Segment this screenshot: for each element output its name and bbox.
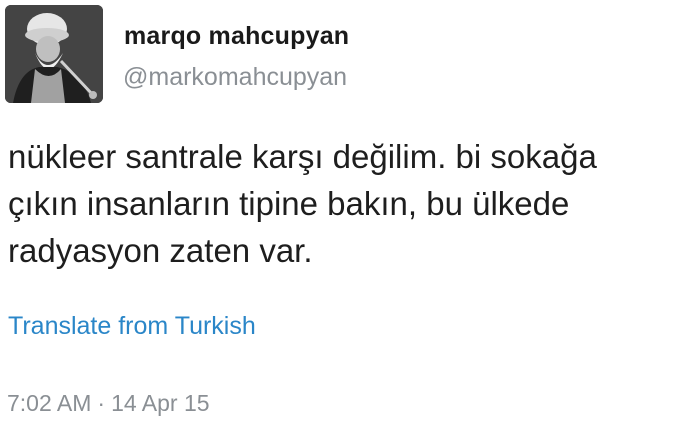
- tweet-text-line: radyasyon zaten var.: [8, 232, 313, 269]
- display-name[interactable]: marqo mahcupyan: [124, 22, 349, 51]
- tweet-date: 14 Apr 15: [111, 390, 210, 416]
- translate-link[interactable]: Translate from Turkish: [8, 312, 256, 341]
- timestamp-separator: ·: [97, 390, 106, 416]
- tweet-time: 7:02 AM: [7, 390, 92, 416]
- tweet-card: marqo mahcupyan @markomahcupyan nükleer …: [0, 0, 690, 427]
- tweet-text-line: çıkın insanların tipine bakın, bu ülkede: [8, 185, 570, 222]
- user-handle[interactable]: @markomahcupyan: [123, 63, 347, 92]
- tweet-text: nükleer santrale karşı değilim. bi sokağ…: [8, 133, 678, 274]
- tweet-timestamp[interactable]: 7:02 AM · 14 Apr 15: [7, 390, 210, 417]
- tweet-text-line: nükleer santrale karşı değilim. bi sokağ…: [8, 138, 597, 175]
- avatar[interactable]: [5, 5, 103, 103]
- avatar-portrait-image: [5, 5, 103, 103]
